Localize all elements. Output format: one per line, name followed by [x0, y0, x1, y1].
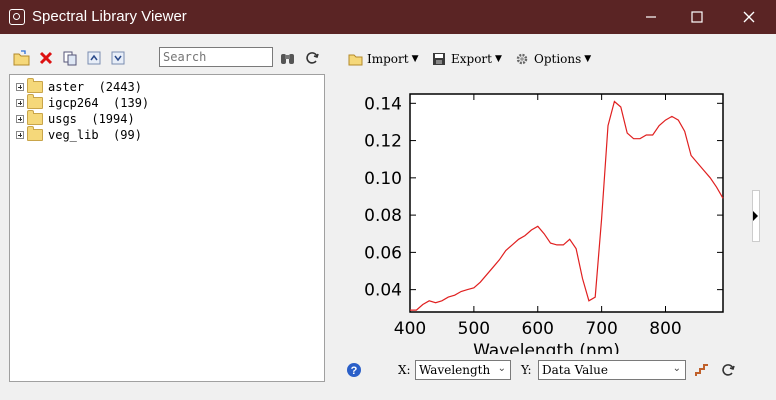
tree-item-name: igcp264 [48, 96, 99, 110]
x-tick-label: 600 [522, 319, 554, 339]
tree-item-count: (99) [113, 128, 142, 142]
dropdown-arrow-icon: ▼ [584, 54, 592, 64]
help-button[interactable]: ? [346, 358, 362, 382]
expand-icon[interactable] [16, 99, 24, 107]
folder-icon [27, 126, 43, 141]
x-tick-label: 700 [585, 319, 617, 339]
y-axis-select-label: Y: [521, 363, 532, 377]
import-menu[interactable]: Import ▼ [348, 50, 419, 68]
binoculars-icon [281, 54, 294, 64]
options-label: Options [534, 52, 582, 66]
chevron-down-icon [111, 51, 125, 65]
x-axis-select-value: Wavelength [419, 363, 491, 377]
export-label: Export [451, 52, 492, 66]
help-icon: ? [347, 363, 361, 377]
x-axis-select[interactable]: Wavelength ⌄ [415, 360, 511, 380]
minimize-icon [646, 16, 656, 18]
search-input[interactable] [159, 47, 273, 67]
y-axis-select-value: Data Value [542, 363, 608, 377]
tree-item-name: usgs [48, 112, 77, 126]
stairs-plot-button[interactable] [694, 358, 710, 382]
dropdown-arrow-icon: ▼ [495, 54, 502, 64]
export-menu[interactable]: Export ▼ [432, 50, 502, 68]
stairs-icon [695, 364, 708, 376]
plot-frame [409, 93, 724, 313]
window-title: Spectral Library Viewer [32, 8, 187, 25]
x-tick-label: 400 [394, 319, 426, 339]
move-up-button[interactable] [84, 48, 104, 68]
refresh-icon [306, 52, 319, 64]
title-bar: Spectral Library Viewer [0, 0, 776, 34]
folder-open-icon [348, 54, 363, 66]
copy-button[interactable] [60, 48, 80, 68]
plot-refresh-button[interactable] [720, 358, 736, 382]
y-tick-label: 0.10 [364, 169, 402, 189]
y-tick-label: 0.14 [364, 94, 402, 114]
x-axis-select-label: X: [398, 363, 411, 377]
y-tick-label: 0.12 [364, 132, 402, 152]
folder-icon [27, 94, 43, 109]
tree-item-count: (139) [113, 96, 150, 110]
refresh-button[interactable] [302, 48, 322, 68]
tree-item-usgs[interactable]: usgs (1994) [16, 110, 135, 127]
tree-item-count: (2443) [98, 80, 142, 94]
move-down-button[interactable] [108, 48, 128, 68]
minimize-button[interactable] [628, 0, 674, 34]
refresh-icon [722, 364, 735, 376]
copy-icon [63, 51, 77, 66]
tree-item-aster[interactable]: aster (2443) [16, 78, 142, 95]
delete-icon [39, 51, 53, 65]
y-tick-label: 0.08 [364, 206, 402, 226]
app-icon [9, 9, 25, 25]
close-icon [743, 11, 755, 23]
tree-item-name: veg_lib [48, 128, 99, 142]
expand-icon[interactable] [16, 115, 24, 123]
options-menu[interactable]: Options ▼ [515, 50, 591, 68]
chevron-down-icon: ⌄ [497, 363, 506, 374]
open-folder-button[interactable] [12, 48, 32, 68]
x-tick-label: 800 [649, 319, 681, 339]
open-folder-icon [13, 50, 30, 66]
chevron-up-icon [87, 51, 101, 65]
expand-icon[interactable] [16, 83, 24, 91]
maximize-button[interactable] [674, 0, 720, 34]
folder-icon [27, 110, 43, 125]
chevron-down-icon: ⌄ [672, 363, 681, 374]
y-axis-select[interactable]: Data Value ⌄ [538, 360, 686, 380]
tree-item-name: aster [48, 80, 85, 94]
close-button[interactable] [726, 0, 772, 34]
triangle-right-icon [753, 211, 758, 221]
find-button[interactable] [278, 48, 298, 68]
tree-item-count: (1994) [91, 112, 135, 126]
import-label: Import [367, 52, 409, 66]
panel-collapse-handle[interactable] [752, 190, 760, 242]
spectral-plot[interactable]: 400 500 600 700 800 0.04 0.06 0.08 0.10 0.12 0.14 W… [346, 82, 734, 354]
delete-button[interactable] [36, 48, 56, 68]
y-tick-label: 0.06 [364, 243, 402, 263]
gear-icon [516, 53, 528, 65]
svg-text:?: ? [351, 365, 358, 377]
expand-icon[interactable] [16, 131, 24, 139]
maximize-icon [691, 11, 703, 23]
x-tick-label: 500 [458, 319, 490, 339]
dropdown-arrow-icon: ▼ [411, 54, 419, 64]
library-tree: aster (2443) igcp264 (139) usgs (1994) v… [9, 74, 325, 382]
folder-icon [27, 78, 43, 93]
save-icon [433, 53, 445, 65]
tree-item-igcp264[interactable]: igcp264 (139) [16, 94, 150, 111]
tree-item-veg-lib[interactable]: veg_lib (99) [16, 126, 142, 143]
x-axis-label: Wavelength (nm) [473, 341, 620, 354]
y-tick-label: 0.04 [364, 281, 402, 301]
